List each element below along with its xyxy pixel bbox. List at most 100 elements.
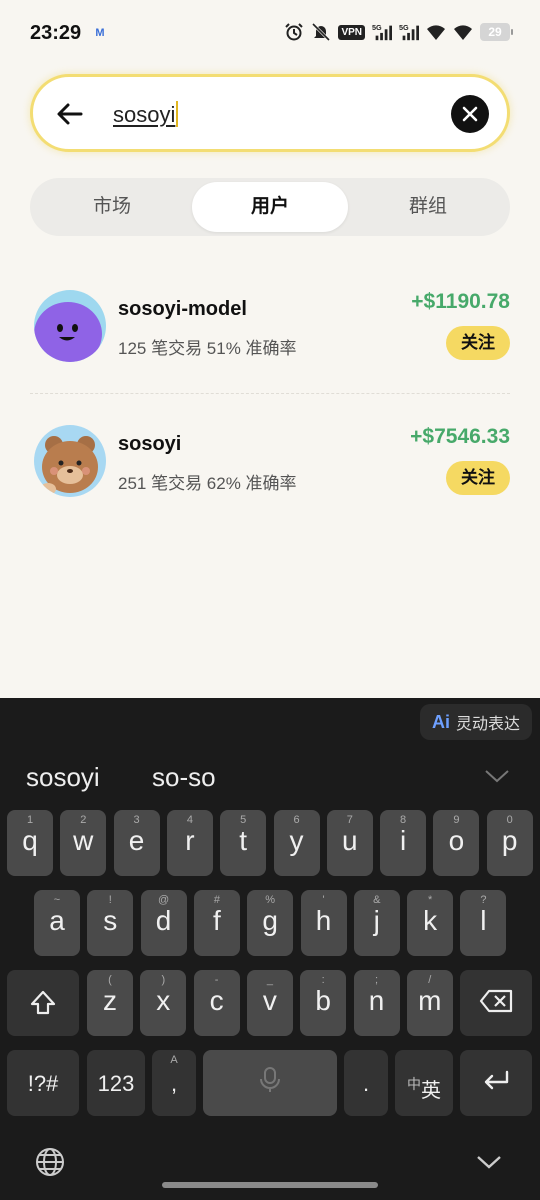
purple-smiley-avatar (34, 290, 106, 362)
key-label (7, 989, 79, 1025)
key-o[interactable]: 9o (433, 810, 480, 876)
key-n[interactable]: ; n (353, 970, 400, 1036)
key-f[interactable]: # f (193, 890, 240, 956)
key-label: p (501, 825, 518, 856)
user-name: sosoyi-model (118, 298, 247, 320)
hide-keyboard-icon[interactable] (476, 1152, 502, 1172)
wifi-icon (454, 25, 472, 40)
key-w[interactable]: 2w (60, 810, 107, 876)
key-d[interactable]: @ d (140, 890, 187, 956)
battery-icon: 29 (480, 23, 513, 41)
tab-market[interactable]: 市场 (34, 182, 190, 232)
svg-text:5G: 5G (399, 23, 409, 32)
mail-notification-icon: M (95, 27, 105, 39)
vpn-icon: VPN (338, 24, 365, 40)
key-q[interactable]: 1q (7, 810, 53, 876)
svg-text:5G: 5G (372, 23, 382, 32)
comma-key[interactable]: A, (152, 1050, 196, 1116)
shift-icon (30, 990, 56, 1015)
tab-users[interactable]: 用户 (192, 182, 348, 232)
ai-expression-label: 灵动表达 (455, 716, 520, 733)
key-i[interactable]: 8i (380, 810, 427, 876)
status-bar: 23:29 M VPN 5G 5G 29 (0, 0, 540, 68)
symbols-key[interactable]: !?# (7, 1050, 79, 1116)
chevron-down-icon[interactable] (484, 766, 510, 786)
key-y[interactable]: 6y (273, 810, 320, 876)
suggestion-item[interactable]: sosoyi (26, 762, 100, 793)
signal-5g-icon: 5G (372, 23, 392, 41)
key-label: v (262, 985, 277, 1016)
suggestion-item[interactable]: so-so (152, 762, 216, 793)
user-row[interactable]: sosoyi-model 125 笔交易 51% 准确率 +$1190.78 关… (30, 280, 510, 390)
key-e[interactable]: 3e (113, 810, 160, 876)
key-label: m (418, 985, 442, 1016)
keyboard-bottom-bar (0, 1130, 540, 1200)
key-label: i (399, 825, 407, 856)
key-label: n (368, 985, 385, 1016)
home-indicator[interactable] (162, 1182, 378, 1188)
text-caret (176, 101, 179, 127)
key-c[interactable]: -c (193, 970, 240, 1036)
bear-avatar (34, 425, 106, 497)
language-switch-key[interactable]: 中英 (395, 1050, 453, 1116)
key-label: h (315, 905, 332, 936)
key-g[interactable]: % g (247, 890, 294, 956)
key-h[interactable]: ' h (300, 890, 347, 956)
key-s[interactable]: ! s (87, 890, 134, 956)
avatar[interactable] (34, 290, 106, 362)
follow-button[interactable]: 关注 (446, 461, 510, 495)
status-icons: VPN 5G 5G 29 (284, 22, 513, 42)
key-label: j (373, 905, 380, 936)
follow-button[interactable]: 关注 (446, 326, 510, 360)
shift-key[interactable] (7, 970, 79, 1036)
key-t[interactable]: 5t (220, 810, 267, 876)
key-label (203, 1066, 337, 1100)
key-label: z (103, 985, 117, 1016)
key-b[interactable]: :b (300, 970, 347, 1036)
alarm-icon (285, 23, 304, 41)
key-p[interactable]: 0p (486, 810, 533, 876)
space-key[interactable] (203, 1050, 337, 1116)
key-label: o (448, 825, 465, 856)
key-label: b (315, 985, 331, 1016)
key-m[interactable]: / m (406, 970, 453, 1036)
key-label: l (480, 905, 487, 936)
clear-search-button[interactable] (451, 95, 489, 133)
key-r[interactable]: 4r (166, 810, 213, 876)
back-arrow-icon[interactable] (55, 99, 85, 129)
avatar[interactable] (34, 425, 106, 497)
backspace-icon (479, 989, 513, 1013)
user-stats: 251 笔交易 62% 准确率 (118, 474, 297, 493)
numbers-key[interactable]: 123 (87, 1050, 145, 1116)
divider (30, 393, 510, 394)
search-input[interactable]: sosoyi (113, 101, 179, 128)
search-query-text: sosoyi (113, 102, 176, 127)
ai-expression-button[interactable]: Ai 灵动表达 (419, 704, 532, 740)
key-l[interactable]: ? l (460, 890, 507, 956)
ai-icon: Ai (431, 711, 450, 732)
enter-key[interactable] (460, 1050, 532, 1116)
key-u[interactable]: 7u (326, 810, 373, 876)
key-j[interactable]: & j (353, 890, 400, 956)
key-label: c (209, 985, 224, 1016)
key-a[interactable]: ~ a (34, 890, 80, 956)
key-label: g (262, 905, 278, 936)
user-stats: 125 笔交易 51% 准确率 (118, 339, 297, 358)
key-k[interactable]: * k (407, 890, 454, 956)
key-label: s (103, 905, 118, 936)
search-bar[interactable]: sosoyi (30, 74, 510, 152)
key-v[interactable]: _ v (246, 970, 293, 1036)
key-label: 123 (97, 1071, 135, 1096)
key-label: r (185, 825, 195, 856)
tab-groups[interactable]: 群组 (350, 182, 506, 232)
user-row[interactable]: sosoyi 251 笔交易 62% 准确率 +$7546.33 关注 (30, 415, 510, 525)
key-x[interactable]: ) x (140, 970, 187, 1036)
key-hint: A (170, 1054, 178, 1066)
globe-icon[interactable] (34, 1146, 66, 1178)
key-z[interactable]: (z (87, 970, 133, 1036)
backspace-key[interactable] (460, 970, 532, 1036)
microphone-icon (260, 1067, 280, 1092)
period-key[interactable]: . (344, 1050, 388, 1116)
mute-icon (312, 22, 331, 42)
key-label: !?# (27, 1071, 59, 1096)
